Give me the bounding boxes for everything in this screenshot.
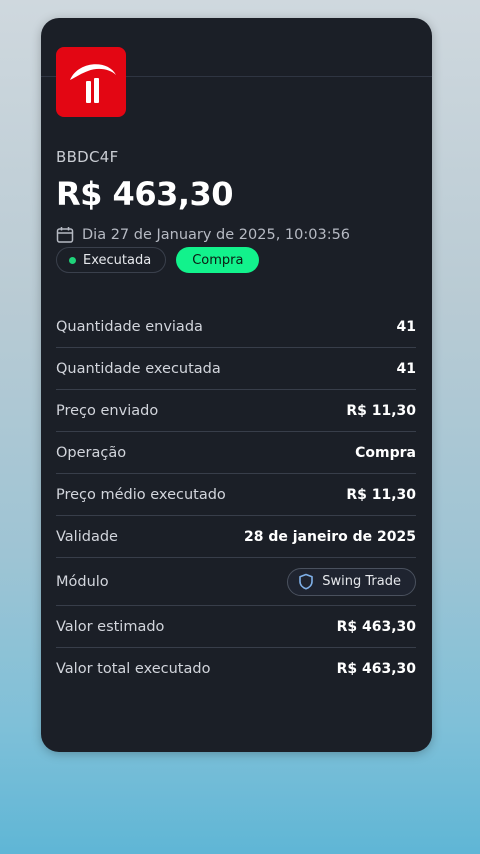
side-badge: Compra (176, 247, 260, 273)
detail-label: Operação (56, 444, 127, 461)
detail-row-preco-enviado: Preço enviado R$ 11,30 (56, 390, 416, 432)
detail-row-quantidade-enviada: Quantidade enviada 41 (56, 306, 416, 348)
detail-value: R$ 463,30 (336, 660, 416, 677)
detail-label: Preço médio executado (56, 486, 226, 503)
detail-label: Módulo (56, 573, 109, 590)
module-pill[interactable]: Swing Trade (287, 567, 416, 596)
order-date: Dia 27 de January de 2025, 10:03:56 (82, 227, 351, 243)
detail-row-validade: Validade 28 de janeiro de 2025 (56, 516, 416, 558)
detail-label: Quantidade enviada (56, 318, 203, 335)
detail-row-valor-total: Valor total executado R$ 463,30 (56, 648, 416, 689)
detail-value: 41 (396, 360, 416, 377)
detail-label: Valor total executado (56, 660, 211, 677)
order-detail-card: BBDC4F R$ 463,30 Dia 27 de January de 20… (41, 18, 432, 752)
detail-value: 28 de janeiro de 2025 (243, 528, 416, 545)
status-badge-label: Executada (83, 252, 152, 268)
status-badge: Executada (56, 247, 167, 273)
detail-row-modulo: Módulo Swing Trade (56, 558, 416, 606)
calendar-icon (56, 227, 74, 243)
ticker-symbol: BBDC4F (56, 148, 119, 166)
order-badges: Executada Compra (56, 247, 260, 273)
status-dot (69, 256, 76, 264)
detail-label: Valor estimado (56, 618, 165, 635)
detail-value: 41 (396, 318, 416, 335)
detail-row-quantidade-executada: Quantidade executada 41 (56, 348, 416, 390)
detail-value: R$ 463,30 (336, 618, 416, 635)
module-pill-label: Swing Trade (322, 574, 401, 589)
detail-row-preco-medio: Preço médio executado R$ 11,30 (56, 474, 416, 516)
bradesco-logo-icon (56, 47, 126, 117)
detail-value: R$ 11,30 (346, 402, 416, 419)
order-amount: R$ 463,30 (56, 175, 234, 213)
order-details-list: Quantidade enviada 41 Quantidade executa… (56, 306, 416, 689)
detail-value: Compra (355, 444, 416, 461)
detail-label: Validade (56, 528, 118, 545)
order-date-row: Dia 27 de January de 2025, 10:03:56 (56, 226, 350, 244)
detail-label: Preço enviado (56, 402, 159, 419)
detail-row-valor-estimado: Valor estimado R$ 463,30 (56, 606, 416, 648)
detail-label: Quantidade executada (56, 360, 221, 377)
shield-icon (299, 573, 314, 590)
side-badge-label: Compra (192, 252, 244, 268)
detail-value: R$ 11,30 (346, 486, 416, 503)
detail-row-operacao: Operação Compra (56, 432, 416, 474)
